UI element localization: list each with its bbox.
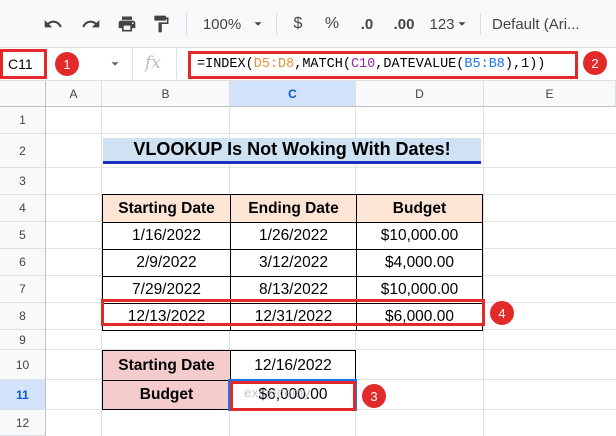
- gridline: [46, 167, 616, 168]
- gridline: [46, 133, 616, 134]
- fx-icon: fx: [145, 53, 161, 73]
- badge-1: 1: [55, 52, 79, 76]
- print-icon[interactable]: [112, 10, 142, 38]
- table-cell[interactable]: 3/12/2022: [230, 249, 357, 277]
- font-select[interactable]: Default (Ari...: [492, 10, 616, 38]
- row-header-2[interactable]: 2: [0, 134, 46, 168]
- toolbar-divider: [480, 13, 481, 35]
- row-header-8[interactable]: 8: [0, 303, 46, 330]
- select-all-corner[interactable]: [0, 81, 46, 107]
- highlight-matched-row: [101, 299, 485, 326]
- decrease-decimal-button[interactable]: .0: [352, 10, 382, 38]
- increase-decimal-label: .00: [393, 15, 415, 33]
- table-cell[interactable]: 2/9/2022: [102, 249, 231, 277]
- highlight-result-cell: [230, 381, 356, 411]
- row-header-12[interactable]: 12: [0, 410, 46, 436]
- table-cell[interactable]: $4,000.00: [356, 249, 483, 277]
- currency-label: $: [293, 15, 303, 32]
- badge-3: 3: [362, 384, 386, 408]
- percent-format-button[interactable]: %: [320, 10, 344, 38]
- paint-format-icon[interactable]: [146, 10, 176, 38]
- lookup-value-cell[interactable]: 12/16/2022: [230, 350, 356, 381]
- table-cell[interactable]: $10,000.00: [356, 222, 483, 250]
- row-header-7[interactable]: 7: [0, 276, 46, 303]
- zoom-value: 100%: [202, 15, 242, 33]
- toolbar-divider: [186, 13, 187, 35]
- table-header-ending-date[interactable]: Ending Date: [230, 194, 357, 223]
- decrease-decimal-label: .0: [360, 15, 374, 33]
- toolbar: 100% $ % .0 .00 123 Default (Ari...: [0, 0, 616, 48]
- number-format-label: 123: [429, 15, 455, 33]
- chevron-down-icon: [458, 22, 466, 26]
- divider: [176, 48, 177, 79]
- column-header-a[interactable]: A: [46, 81, 102, 107]
- undo-icon[interactable]: [38, 10, 68, 38]
- table-header-starting-date[interactable]: Starting Date: [102, 194, 231, 223]
- row-header-10[interactable]: 10: [0, 350, 46, 380]
- number-format-select[interactable]: 123: [424, 10, 474, 38]
- badge-2: 2: [583, 51, 607, 75]
- gridline: [483, 107, 484, 436]
- column-header-d[interactable]: D: [356, 81, 484, 107]
- font-label: Default (Ari...: [492, 15, 580, 33]
- percent-label: %: [324, 15, 340, 32]
- result-label: Budget: [102, 380, 231, 410]
- column-header-c[interactable]: C: [230, 81, 356, 107]
- table-cell[interactable]: 1/16/2022: [102, 222, 231, 250]
- toolbar-divider: [276, 13, 277, 35]
- sheet-title: VLOOKUP Is Not Woking With Dates!: [103, 138, 481, 164]
- highlight-formula: [188, 51, 578, 79]
- column-header-e[interactable]: E: [484, 81, 616, 107]
- highlight-name-box: [0, 49, 47, 79]
- row-header-9[interactable]: 9: [0, 330, 46, 350]
- row-header-5[interactable]: 5: [0, 222, 46, 249]
- row-header-6[interactable]: 6: [0, 249, 46, 276]
- table-header-budget[interactable]: Budget: [356, 194, 483, 223]
- badge-4: 4: [490, 301, 514, 325]
- row-header-4[interactable]: 4: [0, 195, 46, 222]
- chevron-down-icon[interactable]: [108, 57, 122, 76]
- row-header-3[interactable]: 3: [0, 168, 46, 195]
- redo-icon[interactable]: [76, 10, 106, 38]
- zoom-select[interactable]: 100%: [196, 10, 248, 38]
- lookup-label: Starting Date: [102, 350, 231, 381]
- row-header-11[interactable]: 11: [0, 380, 46, 410]
- currency-format-button[interactable]: $: [288, 10, 308, 38]
- row-header-1[interactable]: 1: [0, 107, 46, 134]
- table-cell[interactable]: 1/26/2022: [230, 222, 357, 250]
- column-header-b[interactable]: B: [102, 81, 230, 107]
- increase-decimal-button[interactable]: .00: [386, 10, 422, 38]
- chevron-down-icon[interactable]: [250, 10, 266, 38]
- divider: [132, 48, 133, 79]
